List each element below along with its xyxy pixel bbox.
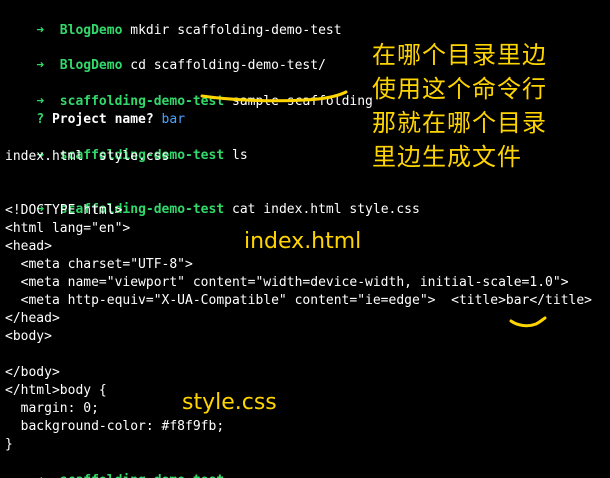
output-line: }	[5, 437, 13, 452]
question-answer[interactable]: bar	[162, 112, 185, 127]
prompt-line-cat: ➜ scaffolding-demo-test cat index.html s…	[5, 184, 420, 217]
annotation-line: 使用这个命令行	[372, 75, 547, 103]
prompt-arrow-icon: ➜	[36, 473, 44, 478]
output-line: margin: 0;	[5, 401, 99, 416]
prompt-directory: BlogDemo	[59, 23, 123, 38]
annotation-line: 里边生成文件	[372, 143, 522, 171]
question-mark-icon: ?	[36, 112, 45, 127]
underline-highlight-mark	[200, 90, 348, 103]
command-text: cd scaffolding-demo-test/	[130, 58, 326, 73]
prompt-directory: scaffolding-demo-test	[60, 473, 224, 478]
annotation-style-label: style.css	[182, 390, 277, 415]
squiggle-highlight-mark	[509, 316, 547, 328]
ls-output: index.html style.css	[5, 149, 170, 164]
prompt-line-mkdir: ➜ BlogDemo mkdir scaffolding-demo-test	[5, 5, 341, 38]
terminal-window[interactable]: ➜ BlogDemo mkdir scaffolding-demo-test ➜…	[0, 0, 610, 478]
prompt-directory: BlogDemo	[59, 58, 123, 73]
annotation-index-label: index.html	[244, 229, 362, 254]
output-line: <meta charset="UTF-8">	[5, 257, 193, 272]
output-line: </body>	[5, 365, 60, 380]
prompt-line-cd: ➜ BlogDemo cd scaffolding-demo-test/	[5, 40, 326, 73]
prompt-line-final[interactable]: ➜ scaffolding-demo-test	[5, 455, 224, 478]
output-line: <meta http-equiv="X-UA-Compatible" conte…	[5, 293, 592, 308]
output-line: background-color: #f8f9fb;	[5, 419, 225, 434]
annotation-chinese-note: 在哪个目录里边 使用这个命令行 那就在哪个目录 里边生成文件	[372, 38, 547, 174]
command-text: mkdir scaffolding-demo-test	[130, 23, 342, 38]
output-line: <head>	[5, 239, 52, 254]
output-line: <!DOCTYPE html>	[5, 203, 123, 218]
output-line: <meta name="viewport" content="width=dev…	[5, 275, 569, 290]
project-name-question[interactable]: ? Project name? bar	[5, 94, 185, 127]
output-line: <body>	[5, 329, 52, 344]
output-line: </html>body {	[5, 383, 107, 398]
output-line: </head>	[5, 311, 60, 326]
prompt-arrow-icon: ➜	[36, 58, 45, 73]
output-line: <html lang="en">	[5, 221, 131, 236]
command-text: ls	[232, 148, 248, 163]
annotation-line: 那就在哪个目录	[372, 109, 547, 137]
prompt-line-ls: ➜ scaffolding-demo-test ls	[5, 130, 247, 163]
question-text: Project name?	[51, 112, 154, 127]
prompt-arrow-icon: ➜	[36, 23, 45, 38]
command-text: cat index.html style.css	[232, 202, 420, 217]
annotation-line: 在哪个目录里边	[372, 41, 547, 69]
